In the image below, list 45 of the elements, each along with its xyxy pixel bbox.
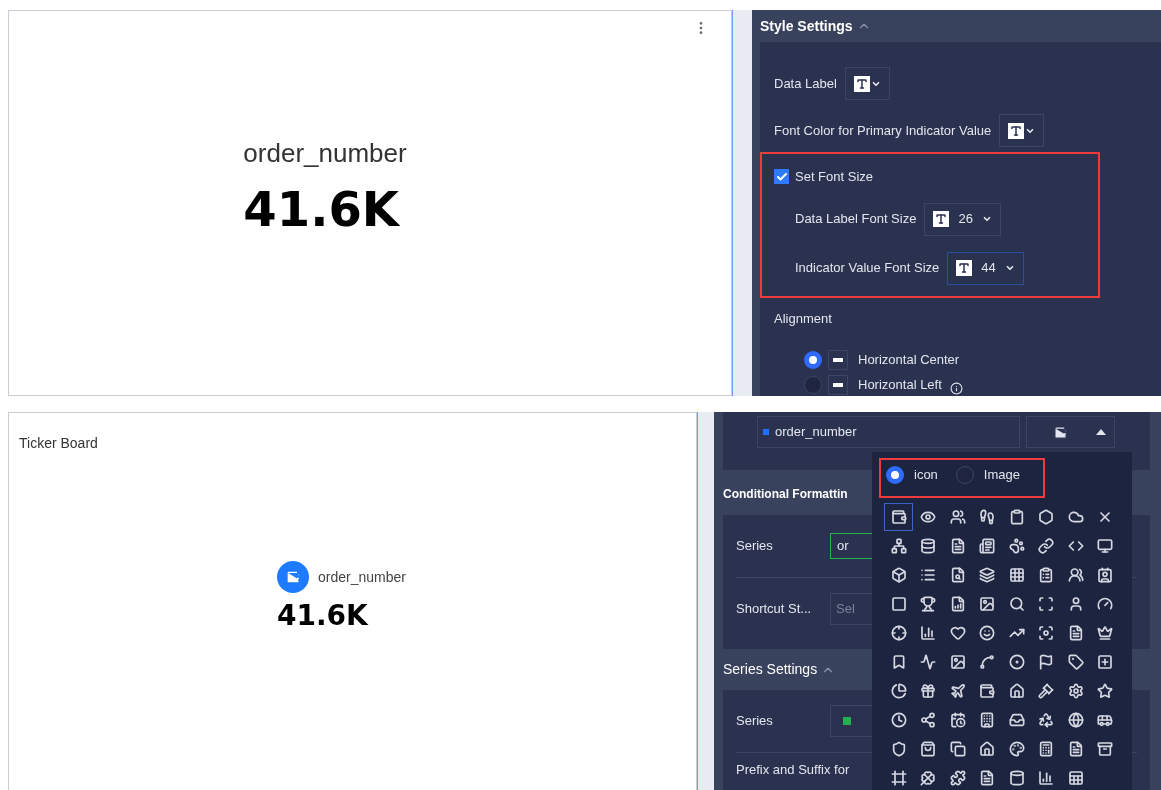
radio-label: Image bbox=[983, 466, 1020, 485]
font-color-icon bbox=[853, 75, 870, 92]
radio-label: icon bbox=[914, 466, 938, 485]
radio-button[interactable] bbox=[886, 466, 904, 484]
font-color-icon bbox=[956, 260, 973, 276]
field-label: Series bbox=[736, 537, 774, 556]
section-title: Conditional Formattin bbox=[723, 486, 848, 503]
color-picker-button[interactable] bbox=[844, 67, 890, 100]
chart-title: Ticker Board bbox=[19, 434, 98, 453]
color-picker-button[interactable] bbox=[999, 114, 1045, 147]
field-label: Series bbox=[736, 713, 774, 729]
field-label: Data Label Font Size bbox=[795, 210, 917, 229]
wallet-icon bbox=[277, 561, 309, 593]
series-field[interactable]: order_number bbox=[757, 416, 1020, 448]
font-color-icon bbox=[1008, 122, 1025, 139]
radio-label: Horizontal Left bbox=[858, 376, 943, 395]
align-icon bbox=[828, 375, 848, 395]
checkbox[interactable] bbox=[774, 169, 789, 185]
indicator-label: order_number bbox=[243, 136, 407, 170]
info-icon[interactable] bbox=[949, 381, 963, 395]
radio-button[interactable] bbox=[804, 351, 822, 369]
wallet-icon[interactable] bbox=[884, 503, 913, 531]
caret-icon bbox=[1004, 263, 1015, 273]
radio-button[interactable] bbox=[804, 376, 822, 394]
checkbox-label: Set Font Size bbox=[795, 168, 874, 186]
radio-label: Horizontal Center bbox=[858, 351, 960, 370]
section-title: Style Settings bbox=[760, 16, 853, 36]
field-label: Prefix and Suffix for bbox=[736, 762, 850, 778]
field-label: Font Color for Primary Indicator Value bbox=[774, 121, 992, 140]
align-icon bbox=[828, 350, 848, 370]
indicator-label: order_number bbox=[318, 567, 406, 587]
radio-button[interactable] bbox=[955, 466, 974, 484]
field-label: Alignment bbox=[774, 309, 833, 328]
wallet-icon bbox=[1053, 424, 1068, 440]
font-color-icon bbox=[933, 211, 950, 227]
indicator-value: 41.6K bbox=[277, 598, 369, 634]
font-size-dropdown[interactable]: 26 bbox=[924, 202, 1001, 236]
field-label: Data Label bbox=[774, 74, 837, 93]
icon-dropdown-button[interactable] bbox=[1026, 416, 1115, 448]
field-label: Indicator Value Font Size bbox=[795, 259, 940, 278]
field-label: Shortcut St... bbox=[736, 599, 813, 618]
indicator-value: 41.6K bbox=[243, 180, 399, 240]
section-title: Series Settings bbox=[723, 660, 818, 679]
font-size-dropdown[interactable]: 44 bbox=[947, 251, 1024, 285]
caret-icon bbox=[981, 214, 992, 224]
